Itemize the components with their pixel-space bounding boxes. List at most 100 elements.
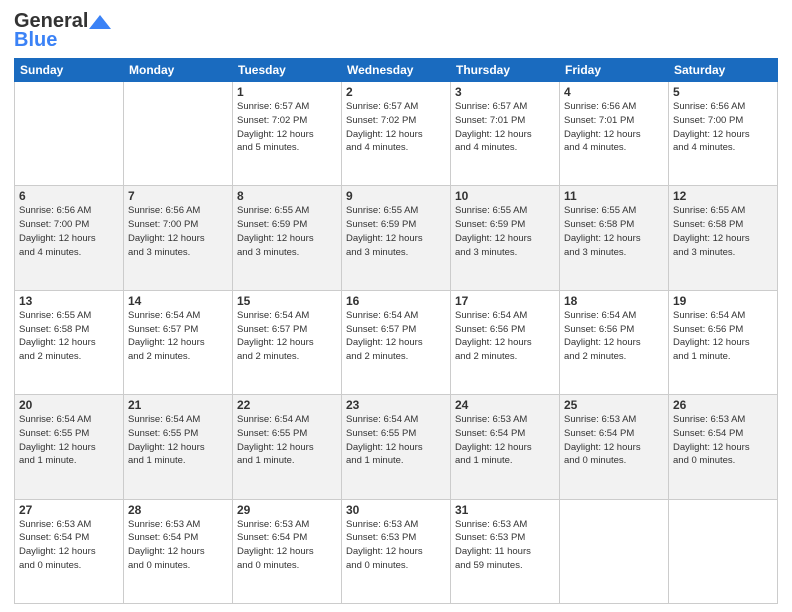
calendar-cell: 12Sunrise: 6:55 AM Sunset: 6:58 PM Dayli…	[669, 186, 778, 290]
day-info: Sunrise: 6:55 AM Sunset: 6:59 PM Dayligh…	[237, 204, 337, 259]
day-info: Sunrise: 6:57 AM Sunset: 7:02 PM Dayligh…	[346, 100, 446, 155]
calendar-cell: 5Sunrise: 6:56 AM Sunset: 7:00 PM Daylig…	[669, 82, 778, 186]
day-number: 18	[564, 294, 664, 308]
logo-blue-text: Blue	[14, 29, 57, 52]
day-number: 21	[128, 398, 228, 412]
day-info: Sunrise: 6:57 AM Sunset: 7:02 PM Dayligh…	[237, 100, 337, 155]
day-number: 10	[455, 189, 555, 203]
calendar-cell: 9Sunrise: 6:55 AM Sunset: 6:59 PM Daylig…	[342, 186, 451, 290]
day-info: Sunrise: 6:56 AM Sunset: 7:01 PM Dayligh…	[564, 100, 664, 155]
calendar-cell: 11Sunrise: 6:55 AM Sunset: 6:58 PM Dayli…	[560, 186, 669, 290]
day-info: Sunrise: 6:53 AM Sunset: 6:54 PM Dayligh…	[455, 413, 555, 468]
day-info: Sunrise: 6:55 AM Sunset: 6:58 PM Dayligh…	[564, 204, 664, 259]
day-info: Sunrise: 6:54 AM Sunset: 6:55 PM Dayligh…	[128, 413, 228, 468]
calendar-cell: 18Sunrise: 6:54 AM Sunset: 6:56 PM Dayli…	[560, 290, 669, 394]
weekday-header-saturday: Saturday	[669, 59, 778, 82]
day-info: Sunrise: 6:54 AM Sunset: 6:55 PM Dayligh…	[19, 413, 119, 468]
calendar-cell: 17Sunrise: 6:54 AM Sunset: 6:56 PM Dayli…	[451, 290, 560, 394]
day-number: 16	[346, 294, 446, 308]
day-number: 8	[237, 189, 337, 203]
day-number: 30	[346, 503, 446, 517]
day-number: 25	[564, 398, 664, 412]
calendar-cell: 19Sunrise: 6:54 AM Sunset: 6:56 PM Dayli…	[669, 290, 778, 394]
day-info: Sunrise: 6:53 AM Sunset: 6:54 PM Dayligh…	[19, 518, 119, 573]
day-info: Sunrise: 6:56 AM Sunset: 7:00 PM Dayligh…	[19, 204, 119, 259]
calendar-cell: 23Sunrise: 6:54 AM Sunset: 6:55 PM Dayli…	[342, 395, 451, 499]
day-number: 13	[19, 294, 119, 308]
day-number: 19	[673, 294, 773, 308]
calendar-cell: 15Sunrise: 6:54 AM Sunset: 6:57 PM Dayli…	[233, 290, 342, 394]
calendar-cell: 14Sunrise: 6:54 AM Sunset: 6:57 PM Dayli…	[124, 290, 233, 394]
day-number: 2	[346, 85, 446, 99]
calendar-table: SundayMondayTuesdayWednesdayThursdayFrid…	[14, 58, 778, 604]
day-number: 1	[237, 85, 337, 99]
weekday-header-friday: Friday	[560, 59, 669, 82]
day-number: 12	[673, 189, 773, 203]
day-number: 17	[455, 294, 555, 308]
calendar-cell: 26Sunrise: 6:53 AM Sunset: 6:54 PM Dayli…	[669, 395, 778, 499]
weekday-header-thursday: Thursday	[451, 59, 560, 82]
week-row-2: 6Sunrise: 6:56 AM Sunset: 7:00 PM Daylig…	[15, 186, 778, 290]
week-row-1: 1Sunrise: 6:57 AM Sunset: 7:02 PM Daylig…	[15, 82, 778, 186]
calendar-cell: 7Sunrise: 6:56 AM Sunset: 7:00 PM Daylig…	[124, 186, 233, 290]
day-info: Sunrise: 6:54 AM Sunset: 6:57 PM Dayligh…	[346, 309, 446, 364]
day-number: 9	[346, 189, 446, 203]
calendar-cell: 3Sunrise: 6:57 AM Sunset: 7:01 PM Daylig…	[451, 82, 560, 186]
day-info: Sunrise: 6:56 AM Sunset: 7:00 PM Dayligh…	[673, 100, 773, 155]
day-info: Sunrise: 6:53 AM Sunset: 6:54 PM Dayligh…	[673, 413, 773, 468]
calendar-cell	[15, 82, 124, 186]
day-number: 23	[346, 398, 446, 412]
weekday-header-wednesday: Wednesday	[342, 59, 451, 82]
calendar-cell: 24Sunrise: 6:53 AM Sunset: 6:54 PM Dayli…	[451, 395, 560, 499]
day-number: 26	[673, 398, 773, 412]
calendar-cell: 13Sunrise: 6:55 AM Sunset: 6:58 PM Dayli…	[15, 290, 124, 394]
calendar-cell: 28Sunrise: 6:53 AM Sunset: 6:54 PM Dayli…	[124, 499, 233, 603]
day-info: Sunrise: 6:55 AM Sunset: 6:58 PM Dayligh…	[673, 204, 773, 259]
day-number: 29	[237, 503, 337, 517]
day-info: Sunrise: 6:55 AM Sunset: 6:58 PM Dayligh…	[19, 309, 119, 364]
day-info: Sunrise: 6:53 AM Sunset: 6:54 PM Dayligh…	[237, 518, 337, 573]
day-number: 22	[237, 398, 337, 412]
day-number: 31	[455, 503, 555, 517]
day-info: Sunrise: 6:54 AM Sunset: 6:55 PM Dayligh…	[237, 413, 337, 468]
calendar-cell: 2Sunrise: 6:57 AM Sunset: 7:02 PM Daylig…	[342, 82, 451, 186]
calendar-cell: 30Sunrise: 6:53 AM Sunset: 6:53 PM Dayli…	[342, 499, 451, 603]
calendar-cell: 6Sunrise: 6:56 AM Sunset: 7:00 PM Daylig…	[15, 186, 124, 290]
day-info: Sunrise: 6:54 AM Sunset: 6:56 PM Dayligh…	[564, 309, 664, 364]
day-info: Sunrise: 6:55 AM Sunset: 6:59 PM Dayligh…	[455, 204, 555, 259]
calendar-cell: 31Sunrise: 6:53 AM Sunset: 6:53 PM Dayli…	[451, 499, 560, 603]
day-info: Sunrise: 6:56 AM Sunset: 7:00 PM Dayligh…	[128, 204, 228, 259]
day-number: 7	[128, 189, 228, 203]
day-info: Sunrise: 6:54 AM Sunset: 6:56 PM Dayligh…	[673, 309, 773, 364]
logo: General Blue	[14, 10, 111, 52]
day-number: 6	[19, 189, 119, 203]
calendar-cell: 20Sunrise: 6:54 AM Sunset: 6:55 PM Dayli…	[15, 395, 124, 499]
calendar-cell	[669, 499, 778, 603]
day-number: 11	[564, 189, 664, 203]
calendar-cell: 16Sunrise: 6:54 AM Sunset: 6:57 PM Dayli…	[342, 290, 451, 394]
day-number: 5	[673, 85, 773, 99]
calendar-cell: 21Sunrise: 6:54 AM Sunset: 6:55 PM Dayli…	[124, 395, 233, 499]
week-row-4: 20Sunrise: 6:54 AM Sunset: 6:55 PM Dayli…	[15, 395, 778, 499]
day-number: 4	[564, 85, 664, 99]
calendar-cell	[560, 499, 669, 603]
calendar-cell: 22Sunrise: 6:54 AM Sunset: 6:55 PM Dayli…	[233, 395, 342, 499]
logo-icon	[89, 15, 111, 29]
day-number: 28	[128, 503, 228, 517]
day-info: Sunrise: 6:57 AM Sunset: 7:01 PM Dayligh…	[455, 100, 555, 155]
day-info: Sunrise: 6:53 AM Sunset: 6:54 PM Dayligh…	[128, 518, 228, 573]
weekday-header-sunday: Sunday	[15, 59, 124, 82]
day-info: Sunrise: 6:54 AM Sunset: 6:57 PM Dayligh…	[128, 309, 228, 364]
calendar-cell: 4Sunrise: 6:56 AM Sunset: 7:01 PM Daylig…	[560, 82, 669, 186]
calendar-cell	[124, 82, 233, 186]
day-info: Sunrise: 6:54 AM Sunset: 6:55 PM Dayligh…	[346, 413, 446, 468]
day-info: Sunrise: 6:54 AM Sunset: 6:57 PM Dayligh…	[237, 309, 337, 364]
weekday-header-monday: Monday	[124, 59, 233, 82]
day-info: Sunrise: 6:54 AM Sunset: 6:56 PM Dayligh…	[455, 309, 555, 364]
day-number: 15	[237, 294, 337, 308]
calendar-cell: 29Sunrise: 6:53 AM Sunset: 6:54 PM Dayli…	[233, 499, 342, 603]
day-number: 14	[128, 294, 228, 308]
day-info: Sunrise: 6:53 AM Sunset: 6:54 PM Dayligh…	[564, 413, 664, 468]
day-info: Sunrise: 6:55 AM Sunset: 6:59 PM Dayligh…	[346, 204, 446, 259]
week-row-3: 13Sunrise: 6:55 AM Sunset: 6:58 PM Dayli…	[15, 290, 778, 394]
